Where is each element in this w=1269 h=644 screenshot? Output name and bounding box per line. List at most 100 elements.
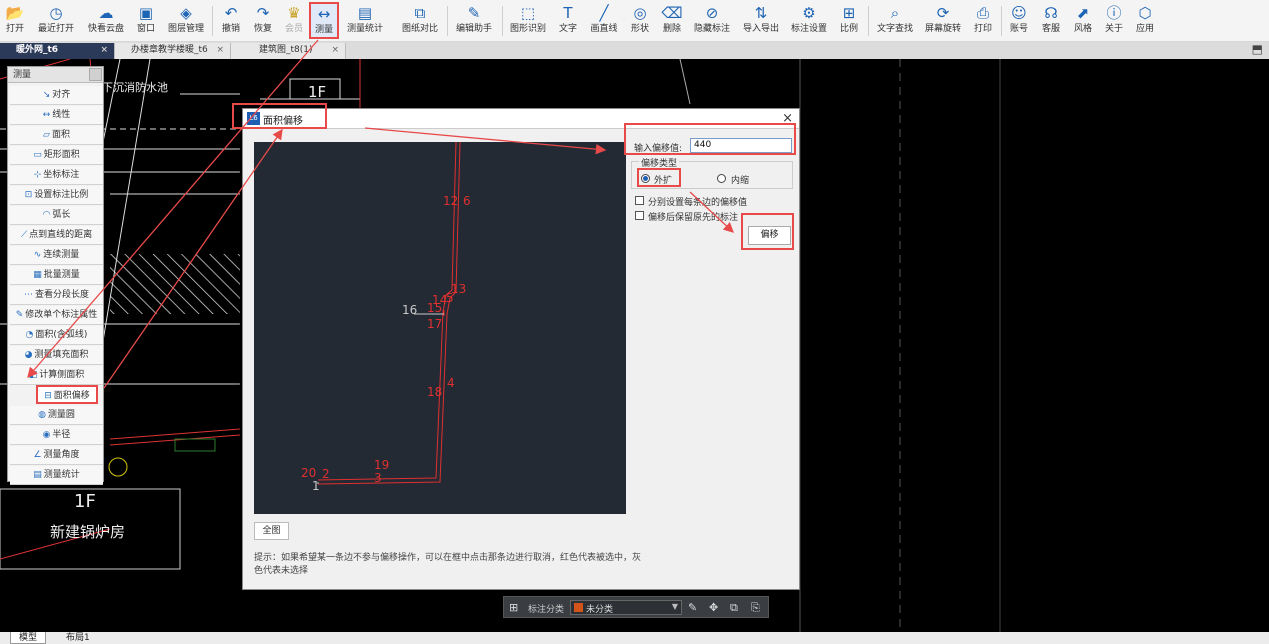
offset-preview[interactable]: 12 6 13 14 5 16 15 17 18 4 19 20 2 3 1 — [254, 141, 626, 514]
arc-area-icon: ◔ — [25, 330, 34, 340]
area-offset-icon: ⊟ — [44, 391, 52, 401]
rotate-screen-button[interactable]: ⟳ 屏幕旋转 — [922, 3, 964, 40]
measure-item-area-offset[interactable]: ⊟ 面积偏移 — [36, 385, 98, 404]
measure-item-arc-area[interactable]: ◔ 面积(含弧线) — [10, 326, 103, 345]
radio-inner[interactable] — [717, 174, 726, 183]
measure-item-scale-setting[interactable]: ⊡ 设置标注比例 — [10, 186, 103, 205]
open-button[interactable]: 📂 打开 — [4, 3, 26, 40]
account-button[interactable]: ☺ 账号 — [1007, 3, 1031, 40]
tab-document-1[interactable]: 暖外网_t6 × — [0, 43, 115, 59]
text-button[interactable]: T 文字 — [556, 3, 580, 40]
chevron-down-icon: ▼ — [671, 602, 678, 611]
style-button[interactable]: ⬈ 风格 — [1071, 3, 1095, 40]
undo-button[interactable]: ↶ 撤销 — [219, 3, 243, 40]
clock-icon: ◷ — [49, 4, 63, 22]
measure-item-align[interactable]: ↘ 对齐 — [10, 86, 103, 105]
layers-icon: ◈ — [180, 4, 192, 22]
checkbox-keep-annotation[interactable] — [635, 211, 644, 220]
hide-annotation-icon: ⊘ — [705, 4, 719, 22]
measure-item-radius[interactable]: ◉ 半径 — [10, 426, 103, 445]
window-icon: ▣ — [138, 4, 154, 22]
tab-document-3[interactable]: 建筑图_t8(1) × — [231, 43, 346, 59]
measure-item-arc[interactable]: ◠ 弧长 — [10, 206, 103, 225]
shape-button[interactable]: ◎ 形状 — [628, 3, 652, 40]
panel-close-button[interactable] — [89, 68, 102, 81]
support-button[interactable]: ☊ 客服 — [1039, 3, 1063, 40]
move-icon[interactable]: ✥ — [709, 601, 718, 614]
annotation-category-label: 标注分类 — [528, 605, 565, 615]
tab-layout-1[interactable]: 布局1 — [58, 632, 98, 644]
text-icon: T — [563, 4, 573, 22]
draw-line-button[interactable]: ╱ 画直线 — [588, 3, 620, 40]
scale-setting-icon: ⊡ — [24, 190, 33, 200]
measure-item-linear[interactable]: ↔ 线性 — [10, 106, 103, 125]
measure-item-coordinate[interactable]: ⊹ 坐标标注 — [10, 166, 103, 185]
radio-outer[interactable] — [641, 174, 650, 183]
measure-item-fill-area[interactable]: ◕ 测量填充面积 — [10, 346, 103, 365]
delete-button[interactable]: ⌫ 删除 — [660, 3, 684, 40]
measure-item-continuous[interactable]: ∿ 连续测量 — [10, 246, 103, 265]
import-export-icon: ⇅ — [754, 4, 768, 22]
compare-button[interactable]: ⧉ 图纸对比 — [400, 3, 440, 40]
import-export-button[interactable]: ⇅ 导入导出 — [741, 3, 781, 40]
close-icon[interactable]: × — [331, 43, 339, 58]
close-icon[interactable]: × — [100, 43, 108, 58]
annotation-category-select[interactable]: 未分类 ▼ — [570, 600, 682, 615]
window-button[interactable]: ▣ 窗口 — [134, 3, 158, 40]
annotation-settings-button[interactable]: ⚙ 标注设置 — [789, 3, 829, 40]
text-search-button[interactable]: ⌕ 文字查找 — [875, 3, 915, 40]
redo-button[interactable]: ↷ 恢复 — [251, 3, 275, 40]
about-button[interactable]: ⓘ 关于 — [1102, 3, 1126, 40]
measure-item-batch[interactable]: ▦ 批量测量 — [10, 266, 103, 285]
shape-recognize-button[interactable]: ⬚ 图形识别 — [508, 3, 548, 40]
measure-button[interactable]: ↔ 测量 — [309, 2, 339, 39]
checkbox-keep-annotation-label: 偏移后保留原先的标注 — [648, 213, 739, 223]
measure-item-area[interactable]: ▱ 面积 — [10, 126, 103, 145]
edit-assistant-button[interactable]: ✎ 编辑助手 — [454, 3, 494, 40]
edge-label: 20 — [301, 466, 316, 480]
tab-model[interactable]: 模型 — [10, 632, 47, 644]
offset-button[interactable]: 偏移 — [748, 226, 791, 245]
close-icon[interactable]: × — [216, 43, 224, 58]
grid-icon[interactable]: ⊞ — [509, 601, 518, 614]
scale-button[interactable]: ⊞ 比例 — [837, 3, 861, 40]
measure-item-side-area[interactable]: ◧ 计算侧面积 — [10, 366, 103, 385]
cloud-drive-button[interactable]: ☁ 快看云盘 — [85, 3, 127, 40]
continuous-icon: ∿ — [33, 250, 42, 260]
recent-open-button[interactable]: ◷ 最近打开 — [35, 3, 77, 40]
edge-label: 5 — [446, 291, 454, 305]
full-view-button[interactable]: 全图 — [254, 522, 289, 540]
offset-value-label: 输入偏移值: — [634, 144, 683, 154]
measure-panel: 测量 ↘ 对齐 ↔ 线性 ▱ 面积 ▭ 矩形面积 ⊹ 坐标标注 ⊡ 设置标注比例 ◠ 弧长 ⟋… — [7, 66, 104, 485]
measure-item-edit-annotation[interactable]: ✎ 修改单个标注属性 — [10, 306, 103, 325]
measure-item-angle[interactable]: ∠ 测量角度 — [10, 446, 103, 465]
expand-icon[interactable]: ⬒ — [1252, 42, 1263, 56]
fill-area-icon: ◕ — [24, 350, 33, 360]
cloud-icon: ☁ — [98, 4, 114, 22]
measure-icon: ↔ — [317, 5, 331, 23]
checkbox-per-edge[interactable] — [635, 196, 644, 205]
layer-manage-button[interactable]: ◈ 图层管理 — [166, 3, 206, 40]
measure-item-stats[interactable]: ▤ 测量统计 — [10, 466, 103, 485]
edit-icon[interactable]: ✎ — [688, 601, 697, 614]
toolbar-divider — [868, 6, 869, 36]
paste-icon[interactable]: ⎘ — [751, 601, 760, 615]
measure-item-segment[interactable]: ⋯ 查看分段长度 — [10, 286, 103, 305]
measure-item-point-line[interactable]: ⟋ 点到直线的距离 — [10, 226, 103, 245]
copy-icon[interactable]: ⧉ — [730, 601, 738, 615]
measure-item-circle[interactable]: ◍ 测量圆 — [10, 406, 103, 425]
tab-document-2[interactable]: 办楼章教学楼暖_t6 × — [115, 43, 231, 59]
offset-value-input[interactable]: 440 — [690, 138, 792, 153]
align-icon: ↘ — [42, 90, 51, 100]
vip-button[interactable]: ♛ 会员 — [282, 3, 306, 40]
measure-item-rect-area[interactable]: ▭ 矩形面积 — [10, 146, 103, 165]
edge-label: 6 — [463, 194, 471, 208]
edge-label: 16 — [402, 303, 417, 317]
scale-icon: ⊞ — [842, 4, 856, 22]
side-area-icon: ◧ — [28, 370, 38, 380]
hide-annotation-button[interactable]: ⊘ 隐藏标注 — [692, 3, 732, 40]
print-button[interactable]: ⎙ 打印 — [971, 3, 995, 40]
category-color-swatch — [574, 603, 583, 612]
apps-button[interactable]: ⬡ 应用 — [1133, 3, 1157, 40]
measure-stats-button[interactable]: ▤ 测量统计 — [345, 3, 385, 40]
